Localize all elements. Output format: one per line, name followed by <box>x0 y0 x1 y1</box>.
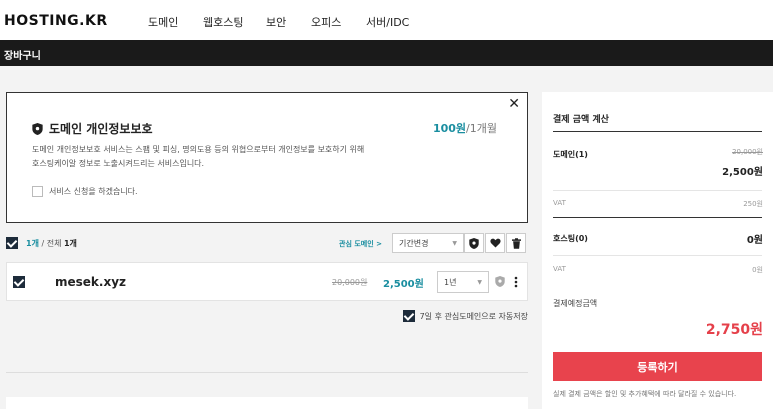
logo[interactable]: HOSTING.KR <box>4 13 108 29</box>
auto-save-label: 7일 후 관심도메인으로 자동저장 <box>419 311 528 321</box>
row-checkbox[interactable] <box>13 276 25 288</box>
hosting-summary-amount: 0원 <box>746 235 763 246</box>
list-header: 1개 / 전체 1개 관심 도메인 > 기간변경 ▼ <box>6 232 528 258</box>
nav-item-server-idc[interactable]: 서버/IDC <box>366 14 409 30</box>
chevron-down-icon: ▼ <box>477 278 482 286</box>
nav-item-security[interactable]: 보안 <box>266 14 286 30</box>
shield-icon <box>32 122 43 135</box>
agree-label: 서비스 신청을 하겠습니다. <box>49 187 138 196</box>
total-count: 1개 <box>63 239 77 248</box>
agree-checkbox[interactable] <box>32 186 43 197</box>
auto-save-row[interactable]: 7일 후 관심도메인으로 자동저장 <box>402 310 528 322</box>
domain-summary-amount: 2,500원 <box>722 167 763 178</box>
agree-row[interactable]: 서비스 신청을 하겠습니다. <box>32 186 138 197</box>
privacy-protection-card: ✕ 도메인 개인정보보호 100원/1개월 도메인 개인정보보호 서비스는 스팸… <box>6 92 528 223</box>
select-all-checkbox[interactable] <box>6 237 18 249</box>
favorite-button[interactable] <box>485 233 505 253</box>
divider <box>6 372 528 373</box>
domain-price-block: 20,000원 2,500원 <box>722 147 763 178</box>
summary-divider <box>553 190 762 191</box>
total-label: / 전체 <box>38 239 64 248</box>
shield-icon <box>469 237 479 249</box>
hosting-vat-label: VAT <box>553 265 566 273</box>
summary-divider <box>553 217 762 218</box>
shield-icon[interactable] <box>495 276 505 287</box>
cart-bar: 장바구니 <box>0 40 773 66</box>
hosting-count-label: 호스팅(0) <box>553 234 588 243</box>
domain-vat-amount: 250원 <box>743 200 763 208</box>
selection-count: 1개 / 전체 1개 <box>26 238 77 249</box>
trash-icon <box>511 237 521 249</box>
domain-new-price: 2,500원 <box>383 279 424 290</box>
privacy-desc-line1: 도메인 개인정보보호 서비스는 스팸 및 피싱, 명의도용 등의 위협으로부터 … <box>32 145 365 154</box>
privacy-title: 도메인 개인정보보호 <box>32 120 153 137</box>
nav-item-office[interactable]: 오피스 <box>311 14 341 30</box>
heart-icon <box>489 238 501 248</box>
privacy-bulk-button[interactable] <box>464 233 484 253</box>
chevron-down-icon: ▼ <box>452 239 457 247</box>
privacy-desc-line2: 호스팅케이알 정보로 노출시켜드리는 서비스입니다. <box>32 159 205 168</box>
page-title: 장바구니 <box>4 51 41 62</box>
period-select-value: 1년 <box>444 277 457 287</box>
more-options-icon[interactable] <box>514 276 518 288</box>
domain-count-label: 도메인(1) <box>553 150 588 159</box>
nav-item-webhosting[interactable]: 웹호스팅 <box>203 14 243 30</box>
privacy-price: 100원/1개월 <box>433 120 497 136</box>
register-button[interactable]: 등록하기 <box>553 352 762 381</box>
top-nav: HOSTING.KR 도메인 웹호스팅 보안 오피스 서버/IDC <box>0 0 773 40</box>
expected-total-amount: 2,750원 <box>705 322 763 338</box>
bottom-card <box>6 397 528 409</box>
summary-divider <box>553 255 762 256</box>
domain-summary-old-price: 20,000원 <box>732 148 763 156</box>
period-change-select[interactable]: 기간변경 ▼ <box>392 233 464 253</box>
close-icon[interactable]: ✕ <box>508 96 520 112</box>
domain-name: mesek.xyz <box>55 275 127 289</box>
period-change-label: 기간변경 <box>399 238 429 248</box>
privacy-title-text: 도메인 개인정보보호 <box>49 122 153 136</box>
domain-vat-label: VAT <box>553 199 566 207</box>
selected-count: 1개 <box>26 239 39 248</box>
payment-summary-panel: 결제 금액 계산 도메인(1) 20,000원 2,500원 VAT 250원 … <box>542 92 773 409</box>
hosting-vat-amount: 0원 <box>752 266 763 274</box>
summary-divider <box>553 131 762 132</box>
expected-total-label: 결제예정금액 <box>553 299 598 308</box>
summary-title: 결제 금액 계산 <box>553 115 609 125</box>
privacy-description: 도메인 개인정보보호 서비스는 스팸 및 피싱, 명의도용 등의 위협으로부터 … <box>32 143 452 171</box>
delete-button[interactable] <box>506 233 526 253</box>
nav-item-domain[interactable]: 도메인 <box>148 14 178 30</box>
domain-old-price: 20,000원 <box>332 278 368 287</box>
privacy-price-unit: /1개월 <box>466 122 497 135</box>
summary-note: 실제 결제 금액은 할인 및 추가혜택에 따라 달라질 수 있습니다. <box>553 390 737 398</box>
period-select[interactable]: 1년 ▼ <box>437 271 489 293</box>
privacy-price-amount: 100원 <box>432 122 467 135</box>
favorite-domain-link[interactable]: 관심 도메인 > <box>339 239 382 249</box>
table-row: mesek.xyz 20,000원 2,500원 1년 ▼ <box>6 262 528 301</box>
auto-save-checkbox[interactable] <box>402 310 415 322</box>
